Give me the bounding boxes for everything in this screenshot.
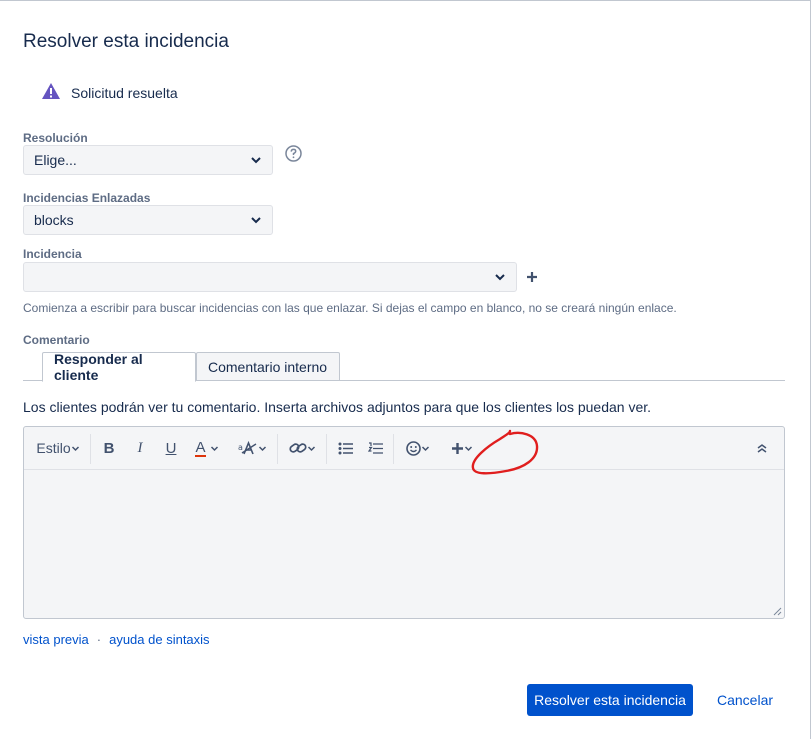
resolution-label: Resolución [23,131,88,145]
more-formatting-button[interactable]: a [235,437,269,459]
editor-links: vista previa · ayuda de sintaxis [23,632,210,647]
tab-reply-to-customer[interactable]: Responder al cliente [42,351,196,383]
chevron-down-icon [210,445,218,451]
red-circle-annotation [471,429,539,475]
text-effects-icon: a [238,441,256,455]
chevron-down-icon [421,445,430,451]
numbered-list-icon [367,441,383,454]
help-icon[interactable] [285,145,302,162]
resolution-value: Elige... [34,152,77,168]
comment-editor: Estilo B I U A a [23,426,785,619]
bullet-list-button[interactable] [335,437,355,459]
toolbar-divider [326,434,327,464]
chevron-double-up-icon [757,444,767,453]
comment-visibility-note: Los clientes podrán ver tu comentario. I… [23,399,652,415]
add-link-icon[interactable] [526,271,538,283]
chevron-down-icon [251,217,261,224]
svg-text:a: a [238,443,243,452]
emoji-button[interactable] [402,437,434,459]
comment-tabs: Responder al cliente Comentario interno [23,351,785,383]
resolve-issue-button[interactable]: Resolver esta incidencia [527,684,693,716]
linked-issues-value: blocks [34,212,74,228]
preview-link[interactable]: vista previa [23,632,89,647]
issue-hint: Comienza a escribir para buscar incidenc… [23,301,677,315]
tab-internal-comment[interactable]: Comentario interno [196,352,340,381]
linked-issues-label: Incidencias Enlazadas [23,191,151,205]
chevron-down-icon [251,157,261,164]
issue-select[interactable] [23,262,517,292]
status-message: Solicitud resuelta [42,83,178,102]
link-button[interactable] [286,437,318,459]
text-color-icon: A [195,438,206,457]
bullet-list-icon [338,442,353,454]
syntax-help-link[interactable]: ayuda de sintaxis [109,632,209,647]
toolbar-divider [277,434,278,464]
toolbar-divider [393,434,394,464]
linked-issues-select[interactable]: blocks [23,205,273,235]
bold-button[interactable]: B [99,437,119,459]
resize-handle-icon[interactable] [772,606,782,616]
chevron-down-icon [495,274,505,281]
link-separator: · [96,632,102,647]
text-color-button[interactable]: A [192,437,222,459]
style-dropdown[interactable]: Estilo [35,437,81,459]
collapse-toolbar-button[interactable] [752,437,772,459]
dialog: Resolver esta incidencia Solicitud resue… [0,0,811,739]
toolbar-divider [90,434,91,464]
underline-button[interactable]: U [161,437,181,459]
issue-label: Incidencia [23,247,82,261]
comment-label: Comentario [23,333,90,347]
numbered-list-button[interactable] [365,437,385,459]
status-text: Solicitud resuelta [71,84,178,101]
resolution-select[interactable]: Elige... [23,145,273,175]
italic-button[interactable]: I [130,437,150,459]
cancel-button[interactable]: Cancelar [717,692,773,708]
plus-icon [452,442,463,454]
warning-triangle-icon [42,83,60,102]
style-label: Estilo [36,440,71,456]
link-icon [288,443,307,453]
comment-textarea[interactable] [24,471,784,618]
dialog-title: Resolver esta incidencia [23,31,229,52]
editor-toolbar: Estilo B I U A a [24,427,784,470]
chevron-down-icon [71,445,79,451]
chevron-down-icon [258,445,266,451]
emoji-icon [406,440,421,456]
chevron-down-icon [307,445,315,451]
